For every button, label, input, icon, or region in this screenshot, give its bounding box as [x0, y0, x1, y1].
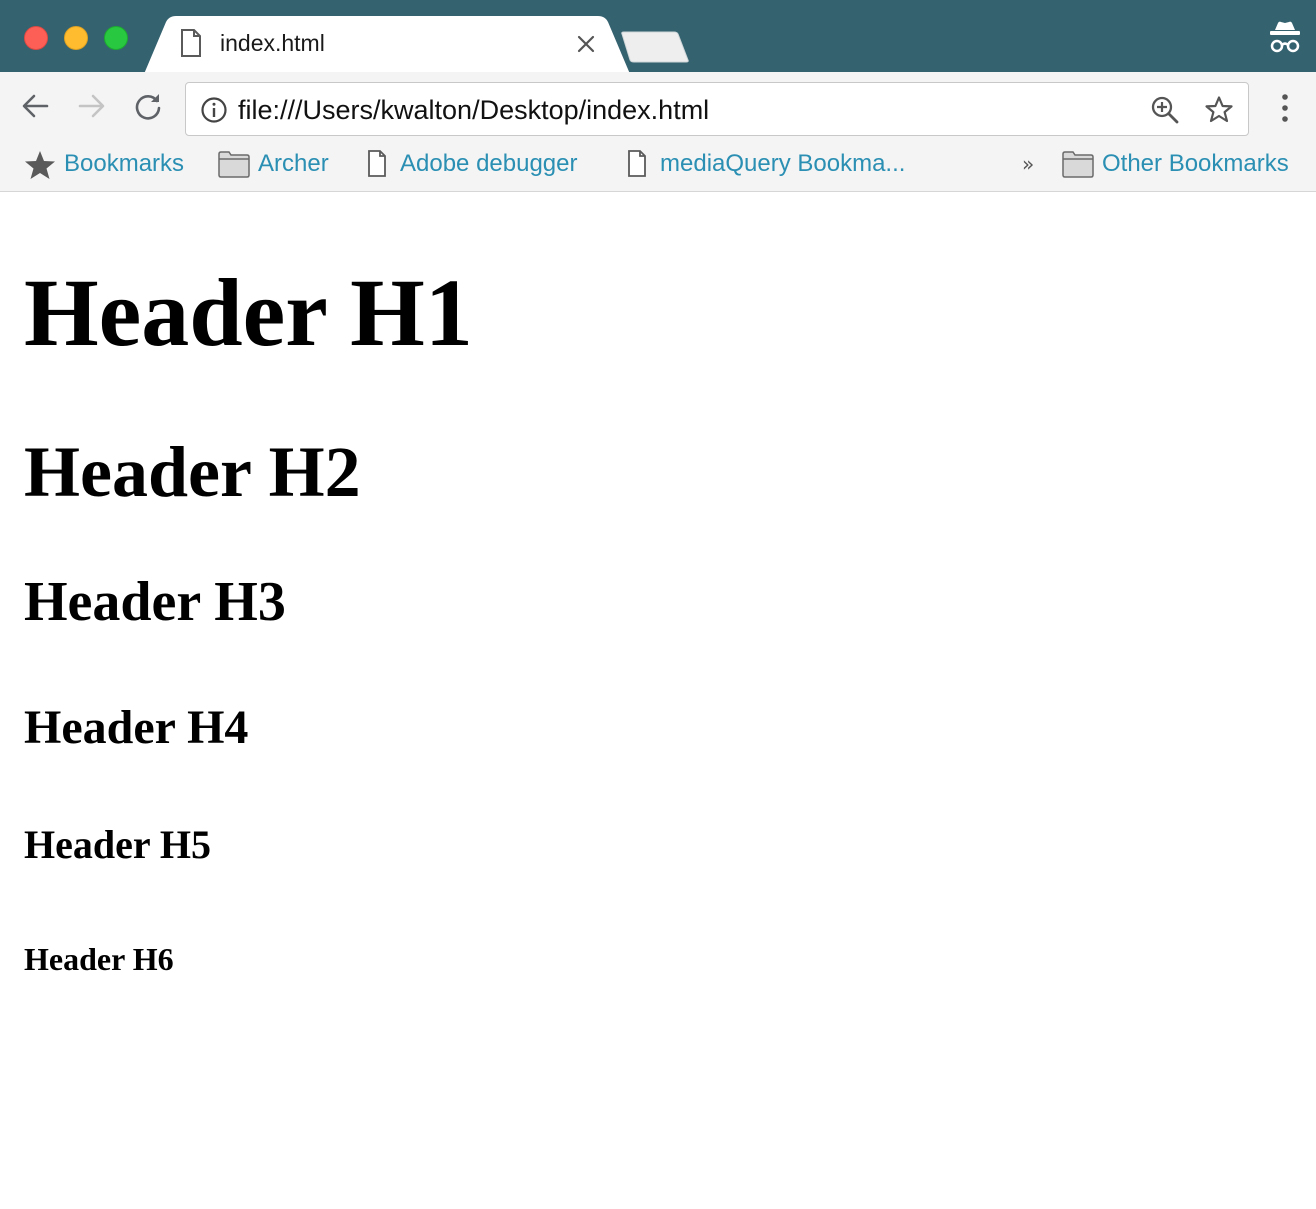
heading-h3: Header H3 — [24, 571, 286, 633]
heading-h2: Header H2 — [24, 432, 361, 512]
back-arrow-icon[interactable] — [20, 91, 50, 121]
heading-h4: Header H4 — [24, 701, 249, 754]
page-content: Header H1 Header H2 Header H3 Header H4 … — [0, 193, 1316, 1209]
bookmark-folder-other[interactable]: Other Bookmarks — [1062, 148, 1312, 180]
bookmark-bookmarks[interactable]: Bookmarks — [24, 148, 196, 180]
close-tab-icon[interactable] — [574, 32, 598, 56]
tab-index-html[interactable]: index.html — [144, 16, 630, 74]
zoom-icon[interactable] — [1150, 95, 1180, 130]
window-close-button[interactable] — [24, 26, 48, 50]
forward-arrow-icon[interactable] — [77, 91, 107, 121]
new-tab-button[interactable] — [620, 30, 690, 64]
bookmark-label: Adobe debugger — [400, 150, 578, 177]
folder-icon — [1062, 151, 1094, 178]
incognito-icon — [1266, 20, 1304, 56]
url-text: file:///Users/kwalton/Desktop/index.html — [238, 95, 710, 125]
reload-icon[interactable] — [133, 91, 163, 121]
window-maximize-button[interactable] — [104, 26, 128, 50]
bookmark-label: Bookmarks — [64, 150, 185, 177]
bookmark-label: Archer — [258, 150, 329, 177]
bookmark-adobe-debugger[interactable]: Adobe debugger — [366, 148, 598, 180]
heading-h5: Header H5 — [24, 822, 212, 867]
page-icon — [180, 29, 202, 62]
menu-dots-icon[interactable] — [1270, 92, 1300, 124]
page-icon — [628, 150, 646, 177]
bookmark-label: Other Bookmarks — [1102, 150, 1289, 177]
bookmarks-bar: Bookmarks Archer Adobe debugger mediaQue… — [0, 138, 1316, 192]
browser-titlebar: index.html — [0, 0, 1316, 74]
info-icon[interactable] — [200, 96, 228, 129]
address-bar[interactable]: file:///Users/kwalton/Desktop/index.html — [185, 82, 1249, 136]
folder-icon — [218, 151, 250, 178]
heading-h6: Header H6 — [24, 941, 174, 977]
bookmark-label: mediaQuery Bookma... — [660, 150, 906, 177]
tab-shape — [144, 16, 630, 74]
bookmarks-overflow-chevron[interactable]: » — [1022, 152, 1034, 176]
browser-toolbar: file:///Users/kwalton/Desktop/index.html — [0, 72, 1316, 138]
star-icon — [25, 151, 55, 179]
bookmark-folder-archer[interactable]: Archer — [218, 148, 340, 180]
heading-h1: Header H1 — [24, 259, 473, 366]
window-minimize-button[interactable] — [64, 26, 88, 50]
tab-title: index.html — [220, 30, 325, 56]
star-icon[interactable] — [1204, 95, 1234, 130]
page-icon — [368, 150, 386, 177]
bookmark-mediaquery[interactable]: mediaQuery Bookma... — [626, 148, 918, 180]
